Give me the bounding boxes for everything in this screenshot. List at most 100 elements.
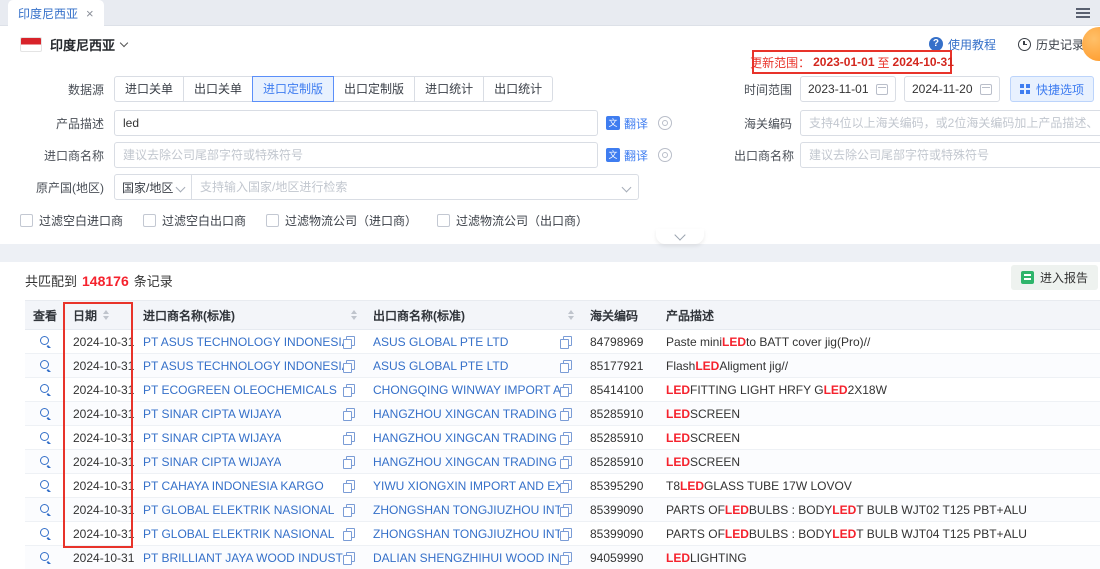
exporter-link[interactable]: HANGZHOU XINGCAN TRADING CO LTD [373, 455, 560, 469]
filter-checkbox[interactable]: 过滤空白出口商 [143, 212, 246, 229]
importer-input[interactable] [114, 142, 598, 168]
importer-link[interactable]: PT CAHAYA INDONESIA KARGO [143, 479, 324, 493]
data-source-tab[interactable]: 进口定制版 [252, 76, 334, 102]
importer-link[interactable]: PT SINAR CIPTA WIJAYA [143, 431, 281, 445]
copy-icon[interactable] [560, 552, 572, 564]
history-link[interactable]: 历史记录 [1018, 36, 1084, 53]
translate-button[interactable]: 翻译 [606, 147, 648, 164]
exporter-link[interactable]: HANGZHOU XINGCAN TRADING CO LTD [373, 407, 560, 421]
exporter-link[interactable]: ZHONGSHAN TONGJIUZHOU INTERNA... [373, 503, 560, 517]
menu-icon[interactable] [1076, 8, 1090, 18]
copy-icon[interactable] [343, 552, 355, 564]
exporter-link[interactable]: ASUS GLOBAL PTE LTD [373, 359, 508, 373]
data-source-tab[interactable]: 出口统计 [483, 76, 553, 102]
data-source-tab[interactable]: 出口定制版 [333, 76, 415, 102]
exporter-link[interactable]: CHONGQING WINWAY IMPORT AND E... [373, 383, 560, 397]
column-header-importer[interactable]: 进口商名称(标准) [135, 307, 365, 324]
search-icon[interactable] [39, 383, 52, 396]
importer-link[interactable]: PT SINAR CIPTA WIJAYA [143, 407, 281, 421]
chevron-down-icon[interactable] [120, 38, 128, 46]
search-icon[interactable] [39, 407, 52, 420]
data-source-tab[interactable]: 出口关单 [183, 76, 253, 102]
importer-link[interactable]: PT GLOBAL ELEKTRIK NASIONAL [143, 503, 334, 517]
importer-link[interactable]: PT SINAR CIPTA WIJAYA [143, 455, 281, 469]
search-icon[interactable] [39, 359, 52, 372]
search-icon[interactable] [39, 551, 52, 564]
checkbox-icon[interactable] [266, 214, 279, 227]
column-header-hs-code: 海关编码 [582, 307, 658, 324]
copy-icon[interactable] [560, 408, 572, 420]
copy-icon[interactable] [343, 384, 355, 396]
copy-icon[interactable] [560, 528, 572, 540]
importer-link[interactable]: PT BRILLIANT JAYA WOOD INDUSTRY [143, 551, 343, 565]
copy-icon[interactable] [343, 480, 355, 492]
origin-search-input[interactable] [191, 174, 639, 200]
annotation-box-update-range: 更新范围： 2023-01-01 至 2024-10-31 [752, 50, 952, 74]
checkbox-icon[interactable] [20, 214, 33, 227]
product-desc-row: 产品描述 翻译 [8, 110, 672, 136]
exporter-link[interactable]: ZHONGSHAN TONGJIUZHOU INTERNA... [373, 527, 560, 541]
data-source-tab[interactable]: 进口关单 [114, 76, 184, 102]
search-icon[interactable] [39, 527, 52, 540]
translate-button[interactable]: 翻译 [606, 115, 648, 132]
copy-icon[interactable] [343, 504, 355, 516]
copy-icon[interactable] [560, 384, 572, 396]
quick-options-button[interactable]: 快捷选项 [1010, 76, 1094, 102]
product-desc-input[interactable] [114, 110, 598, 136]
highlight-term: LED [832, 527, 856, 541]
checkbox-icon[interactable] [437, 214, 450, 227]
copy-icon[interactable] [343, 432, 355, 444]
copy-icon[interactable] [343, 408, 355, 420]
column-header-exporter[interactable]: 出口商名称(标准) [365, 307, 582, 324]
importer-link[interactable]: PT GLOBAL ELEKTRIK NASIONAL [143, 527, 334, 541]
exporter-cell: HANGZHOU XINGCAN TRADING CO LTD [365, 455, 582, 469]
update-range-end: 2024-10-31 [893, 55, 954, 69]
enter-report-button[interactable]: 进入报告 [1011, 265, 1098, 290]
filter-checkbox[interactable]: 过滤物流公司（出口商） [437, 212, 588, 229]
column-header-date[interactable]: 日期 [65, 307, 135, 324]
copy-icon[interactable] [560, 432, 572, 444]
exact-match-icon[interactable] [658, 148, 672, 162]
copy-icon[interactable] [343, 336, 355, 348]
importer-link[interactable]: PT ASUS TECHNOLOGY INDONESIA BA... [143, 335, 343, 349]
exporter-link[interactable]: ASUS GLOBAL PTE LTD [373, 335, 508, 349]
date-cell: 2024-10-31 [65, 527, 135, 541]
collapse-filters-button[interactable] [656, 229, 704, 244]
close-icon[interactable]: × [86, 7, 94, 20]
tab-indonesia[interactable]: 印度尼西亚 × [8, 0, 104, 26]
exact-match-icon[interactable] [658, 116, 672, 130]
hs-code-input[interactable] [800, 110, 1100, 136]
search-icon[interactable] [39, 503, 52, 516]
sort-icon[interactable] [103, 310, 109, 320]
copy-icon[interactable] [560, 360, 572, 372]
sort-icon[interactable] [351, 310, 357, 320]
copy-icon[interactable] [560, 336, 572, 348]
sort-icon[interactable] [568, 310, 574, 320]
search-icon[interactable] [39, 479, 52, 492]
hs-code-cell: 94059990 [582, 551, 658, 565]
origin-type-select[interactable]: 国家/地区 [114, 174, 192, 200]
copy-icon[interactable] [343, 360, 355, 372]
date-end-input[interactable]: 2024-11-20 [904, 76, 1000, 102]
search-icon[interactable] [39, 335, 52, 348]
view-cell [25, 359, 65, 372]
importer-link[interactable]: PT ECOGREEN OLEOCHEMICALS [143, 383, 337, 397]
exporter-input[interactable] [800, 142, 1100, 168]
copy-icon[interactable] [560, 504, 572, 516]
search-icon[interactable] [39, 431, 52, 444]
search-icon[interactable] [39, 455, 52, 468]
copy-icon[interactable] [560, 480, 572, 492]
copy-icon[interactable] [560, 456, 572, 468]
checkbox-icon[interactable] [143, 214, 156, 227]
data-source-tab[interactable]: 进口统计 [414, 76, 484, 102]
highlight-term: LED [666, 407, 690, 421]
exporter-link[interactable]: HANGZHOU XINGCAN TRADING CO LTD [373, 431, 560, 445]
importer-link[interactable]: PT ASUS TECHNOLOGY INDONESIA BA... [143, 359, 343, 373]
date-start-input[interactable]: 2023-11-01 [800, 76, 896, 102]
filter-checkbox[interactable]: 过滤物流公司（进口商） [266, 212, 417, 229]
exporter-link[interactable]: DALIAN SHENGZHIHUI WOOD INDUST... [373, 551, 560, 565]
copy-icon[interactable] [343, 456, 355, 468]
copy-icon[interactable] [343, 528, 355, 540]
filter-checkbox[interactable]: 过滤空白进口商 [20, 212, 123, 229]
exporter-link[interactable]: YIWU XIONGXIN IMPORT AND EXPORT... [373, 479, 560, 493]
